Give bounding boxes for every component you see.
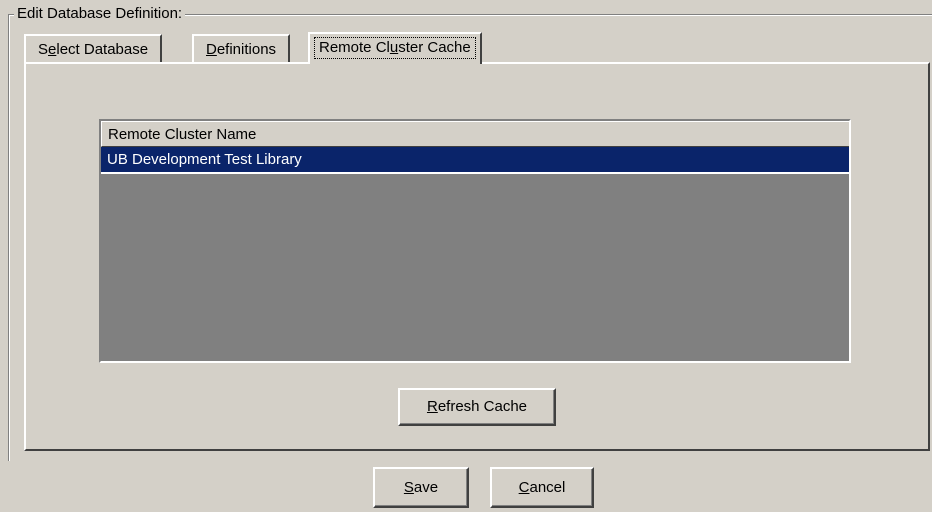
button-label: ave bbox=[413, 479, 439, 496]
button-accel: S bbox=[403, 479, 414, 496]
tab-label-accel: u bbox=[389, 39, 399, 56]
tab-select-database[interactable]: Select Database bbox=[24, 34, 163, 62]
tab-label-post: lect Database bbox=[56, 41, 149, 58]
button-label: ancel bbox=[529, 479, 566, 496]
refresh-cache-button[interactable]: Refresh Cache bbox=[398, 388, 556, 426]
tab-label-post: ster Cache bbox=[398, 39, 471, 56]
button-accel: R bbox=[426, 398, 438, 415]
tab-label-pre: S bbox=[38, 41, 49, 58]
tab-label-pre: Remote Cl bbox=[319, 39, 390, 56]
tab-label-post: efinitions bbox=[216, 41, 277, 58]
remote-cluster-listview[interactable]: Remote Cluster Name UB Development Test … bbox=[99, 119, 851, 363]
tab-label-accel: D bbox=[206, 41, 217, 58]
button-accel: C bbox=[518, 479, 530, 496]
group-legend: Edit Database Definition: bbox=[14, 5, 186, 23]
cancel-button[interactable]: Cancel bbox=[490, 467, 594, 508]
column-header-remote-cluster-name[interactable]: Remote Cluster Name bbox=[101, 121, 849, 147]
button-label: efresh Cache bbox=[437, 398, 528, 415]
tab-definitions[interactable]: Definitions bbox=[192, 34, 291, 62]
tab-focus-rect: Remote Cluster Cache bbox=[314, 37, 476, 59]
tab-remote-cluster-cache[interactable]: Remote Cluster Cache bbox=[308, 32, 482, 64]
save-button[interactable]: Save bbox=[373, 467, 469, 508]
list-item-selected[interactable]: UB Development Test Library bbox=[101, 147, 849, 174]
